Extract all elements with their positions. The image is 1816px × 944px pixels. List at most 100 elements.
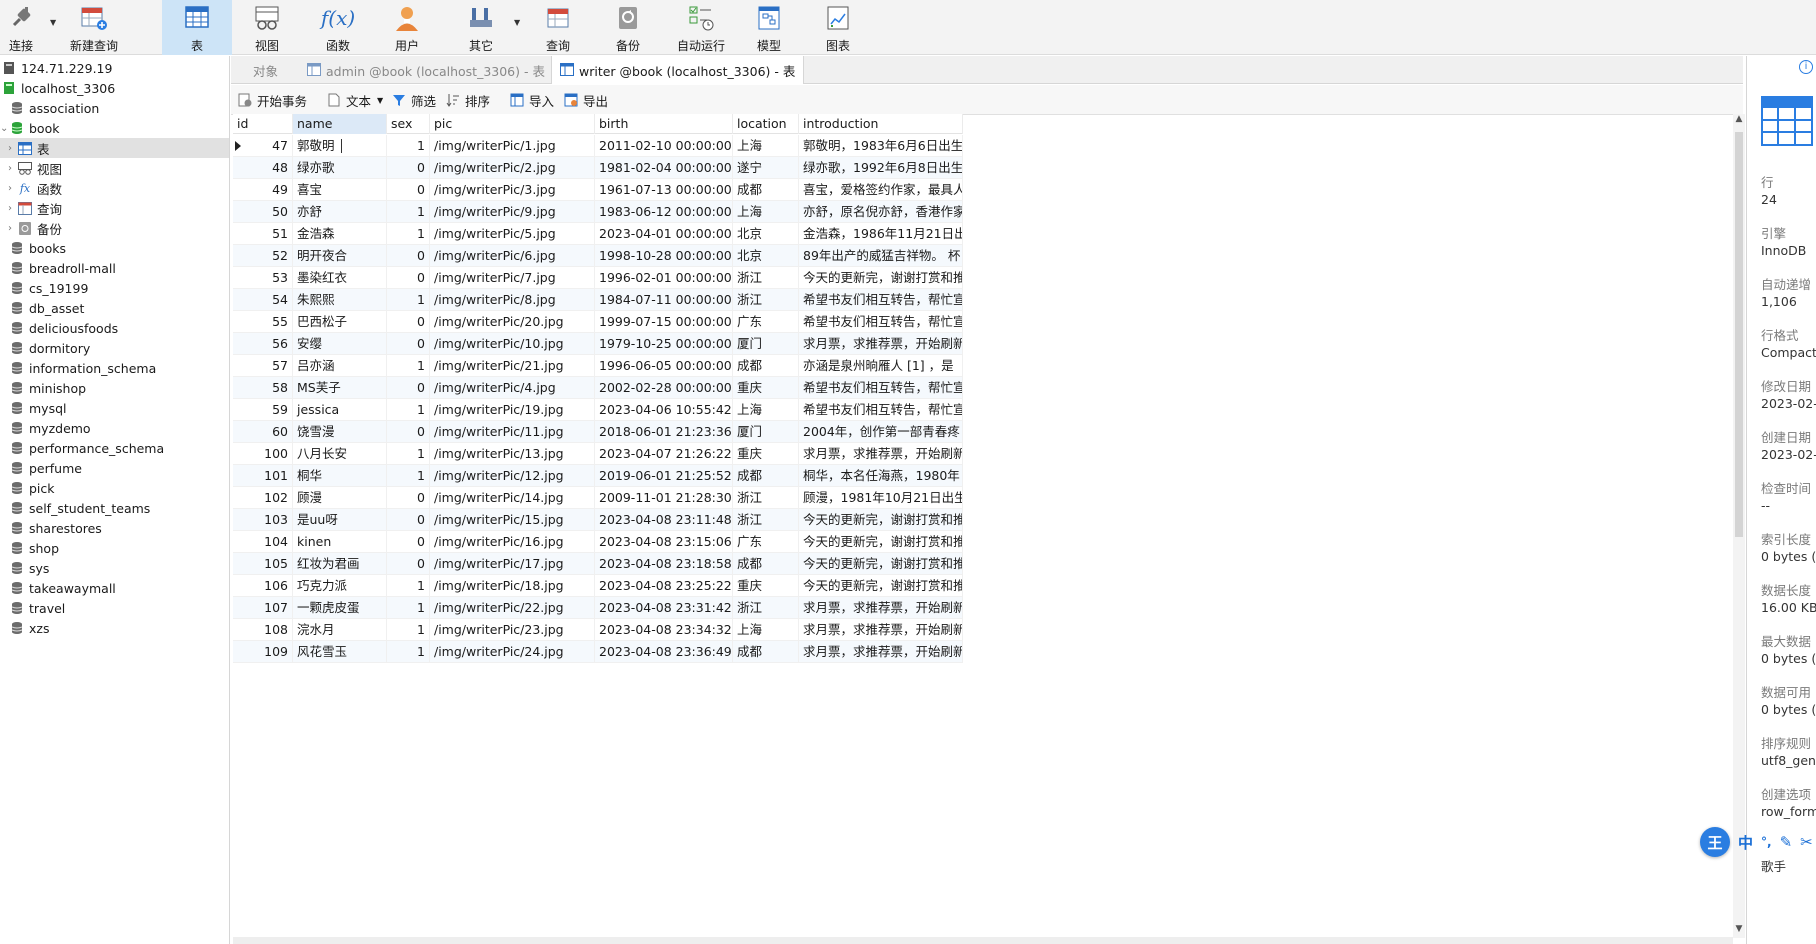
- table-row[interactable]: 55 巴西松子 0/img/writerPic/20.jpg 1999-07-15 0…: [233, 311, 963, 333]
- chevron-right-icon[interactable]: ›: [8, 163, 18, 174]
- chevron-down-icon[interactable]: ▼: [50, 18, 56, 27]
- tree-db-item[interactable]: db_asset: [10, 298, 239, 318]
- table-cell[interactable]: 上海: [733, 201, 799, 223]
- begin-transaction-button[interactable]: 开始事务: [237, 91, 307, 109]
- introduction-column-header[interactable]: introduction: [799, 114, 963, 134]
- tab-writer-table[interactable]: writer @book (localhost_3306) - 表: [551, 56, 805, 84]
- table-cell[interactable]: /img/writerPic/20.jpg: [430, 311, 595, 333]
- tree-connection-remote[interactable]: 124.71.229.19: [2, 58, 231, 78]
- table-cell[interactable]: 安缨: [293, 333, 387, 355]
- table-cell[interactable]: 求月票，求推荐票，开始刷新: [799, 443, 963, 465]
- birth-column-header[interactable]: birth: [595, 114, 733, 134]
- table-cell[interactable]: 1: [387, 223, 430, 245]
- table-cell[interactable]: 107: [233, 597, 293, 619]
- table-cell[interactable]: 饶雪漫: [293, 421, 387, 443]
- table-cell[interactable]: 2023-04-08 23:15:06: [595, 531, 733, 553]
- table-cell[interactable]: 1: [387, 641, 430, 663]
- table-cell[interactable]: 0: [387, 487, 430, 509]
- table-cell[interactable]: 1981-02-04 00:00:00: [595, 157, 733, 179]
- chevron-down-icon[interactable]: ▼: [377, 96, 383, 105]
- tree-db-book[interactable]: ⌄ book: [0, 118, 229, 138]
- tree-db-item[interactable]: breadroll-mall: [10, 258, 239, 278]
- table-cell[interactable]: 57: [233, 355, 293, 377]
- table-cell[interactable]: 墨染红衣: [293, 267, 387, 289]
- table-row[interactable]: 54 朱熙熙 1/img/writerPic/8.jpg 1984-07-11 00:…: [233, 289, 963, 311]
- table-cell[interactable]: 成都: [733, 355, 799, 377]
- table-cell[interactable]: /img/writerPic/10.jpg: [430, 333, 595, 355]
- chevron-down-icon[interactable]: ▼: [514, 18, 520, 27]
- tree-db-association[interactable]: association: [10, 98, 239, 118]
- table-cell[interactable]: 109: [233, 641, 293, 663]
- table-cell[interactable]: 59: [233, 399, 293, 421]
- table-cell[interactable]: 顾漫，1981年10月21日出生: [799, 487, 963, 509]
- tree-db-item[interactable]: minishop: [10, 378, 239, 398]
- tree-db-item[interactable]: myzdemo: [10, 418, 239, 438]
- table-cell[interactable]: 54: [233, 289, 293, 311]
- table-cell[interactable]: 0: [387, 179, 430, 201]
- table-cell[interactable]: 遂宁: [733, 157, 799, 179]
- table-cell[interactable]: 成都: [733, 641, 799, 663]
- table-cell[interactable]: 巧克力派: [293, 575, 387, 597]
- table-cell[interactable]: 100: [233, 443, 293, 465]
- table-cell[interactable]: /img/writerPic/17.jpg: [430, 553, 595, 575]
- table-cell[interactable]: 1: [387, 619, 430, 641]
- table-cell[interactable]: 郭敬明: [293, 135, 387, 157]
- table-cell[interactable]: 上海: [733, 619, 799, 641]
- table-cell[interactable]: 2023-04-08 23:31:42: [595, 597, 733, 619]
- table-cell[interactable]: /img/writerPic/23.jpg: [430, 619, 595, 641]
- tree-db-item[interactable]: deliciousfoods: [10, 318, 239, 338]
- export-button[interactable]: 导出: [563, 91, 608, 109]
- table-row[interactable]: 106 巧克力派 1/img/writerPic/18.jpg 2023-04-08 …: [233, 575, 963, 597]
- auto-run-button[interactable]: 自动运行: [673, 0, 729, 55]
- table-cell[interactable]: 厦门: [733, 421, 799, 443]
- table-cell[interactable]: 105: [233, 553, 293, 575]
- table-row[interactable]: 59 jessica 1/img/writerPic/19.jpg 2023-04-0…: [233, 399, 963, 421]
- ime-punctuation-toggle[interactable]: °,: [1761, 835, 1772, 849]
- new-query-button[interactable]: 新建查询: [64, 0, 124, 55]
- table-cell[interactable]: 56: [233, 333, 293, 355]
- pic-column-header[interactable]: pic: [430, 114, 595, 134]
- table-cell[interactable]: 2023-04-08 23:36:49: [595, 641, 733, 663]
- table-cell[interactable]: 今天的更新完，谢谢打赏和推: [799, 575, 963, 597]
- table-cell[interactable]: 亦舒，原名倪亦舒，香港作家: [799, 201, 963, 223]
- table-cell[interactable]: 47: [233, 135, 293, 157]
- tree-db-item[interactable]: pick: [10, 478, 239, 498]
- table-row[interactable]: 50 亦舒 1/img/writerPic/9.jpg 1983-06-12 00:0…: [233, 201, 963, 223]
- table-cell[interactable]: 浙江: [733, 267, 799, 289]
- scroll-up-icon[interactable]: ▲: [1733, 114, 1745, 128]
- table-cell[interactable]: 今天的更新完，谢谢打赏和推: [799, 531, 963, 553]
- chevron-down-icon[interactable]: ⌄: [0, 123, 10, 134]
- table-row[interactable]: 103 是uu呀 0/img/writerPic/15.jpg 2023-04-08 …: [233, 509, 963, 531]
- table-row[interactable]: 102 顾漫 0/img/writerPic/14.jpg 2009-11-01 21…: [233, 487, 963, 509]
- table-cell[interactable]: 60: [233, 421, 293, 443]
- table-cell[interactable]: 风花雪玉: [293, 641, 387, 663]
- chevron-right-icon[interactable]: ›: [8, 183, 18, 194]
- table-cell[interactable]: 101: [233, 465, 293, 487]
- table-cell[interactable]: 2023-04-06 10:55:42: [595, 399, 733, 421]
- table-cell[interactable]: 朱熙熙: [293, 289, 387, 311]
- table-cell[interactable]: 亦涵是泉州晌雁人 [1] ，是: [799, 355, 963, 377]
- table-cell[interactable]: 广东: [733, 531, 799, 553]
- query-button[interactable]: 查询: [541, 0, 575, 55]
- scroll-down-icon[interactable]: ▼: [1733, 924, 1745, 938]
- table-cell[interactable]: 明开夜合: [293, 245, 387, 267]
- table-cell[interactable]: /img/writerPic/19.jpg: [430, 399, 595, 421]
- tree-db-item[interactable]: sharestores: [10, 518, 239, 538]
- table-cell[interactable]: 2023-04-01 00:00:00: [595, 223, 733, 245]
- table-cell[interactable]: 1: [387, 597, 430, 619]
- table-cell[interactable]: /img/writerPic/4.jpg: [430, 377, 595, 399]
- table-cell[interactable]: /img/writerPic/22.jpg: [430, 597, 595, 619]
- filter-button[interactable]: 筛选: [391, 91, 436, 109]
- table-cell[interactable]: 绿亦歌: [293, 157, 387, 179]
- table-cell[interactable]: 2023-04-08 23:34:32: [595, 619, 733, 641]
- table-cell[interactable]: 希望书友们相互转告，帮忙宣: [799, 289, 963, 311]
- table-cell[interactable]: 喜宝: [293, 179, 387, 201]
- table-cell[interactable]: 成都: [733, 553, 799, 575]
- model-button[interactable]: 模型: [752, 0, 786, 55]
- table-cell[interactable]: 厦门: [733, 333, 799, 355]
- table-cell[interactable]: 53: [233, 267, 293, 289]
- table-cell[interactable]: 桐华，本名任海燕，1980年: [799, 465, 963, 487]
- table-cell[interactable]: 绿亦歌，1992年6月8日出生: [799, 157, 963, 179]
- table-cell[interactable]: 金浩森: [293, 223, 387, 245]
- table-cell[interactable]: /img/writerPic/9.jpg: [430, 201, 595, 223]
